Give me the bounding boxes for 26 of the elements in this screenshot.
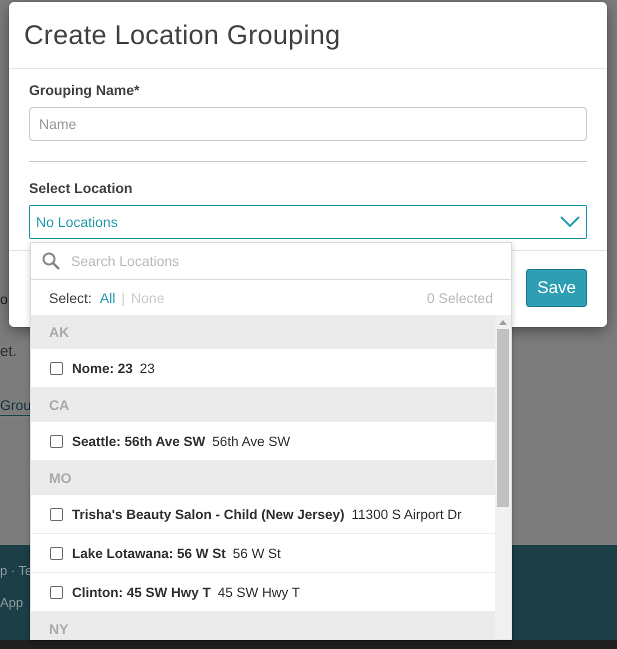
checkbox[interactable] bbox=[50, 362, 63, 374]
checkbox[interactable] bbox=[50, 434, 63, 448]
scroll-up-icon bbox=[499, 320, 507, 325]
checkbox[interactable] bbox=[50, 546, 63, 560]
group-header: MO bbox=[31, 461, 495, 495]
background-text: o bbox=[0, 291, 8, 307]
group-header: NY bbox=[31, 612, 495, 639]
chevron-down-icon bbox=[560, 216, 580, 228]
selected-count: 0 Selected bbox=[426, 290, 493, 306]
checkbox[interactable] bbox=[50, 508, 63, 520]
location-option[interactable]: Lake Lotawana: 56 W St 56 W St bbox=[31, 534, 495, 573]
search-icon bbox=[42, 252, 60, 270]
field-label: Select Location bbox=[29, 180, 134, 196]
select-label: Select: bbox=[49, 290, 92, 306]
search-field[interactable]: Search Locations bbox=[31, 243, 511, 280]
separator: | bbox=[121, 290, 126, 306]
scrollbar-thumb[interactable] bbox=[497, 329, 509, 507]
group-header: CA bbox=[31, 388, 495, 422]
checkbox[interactable] bbox=[50, 586, 63, 598]
group-header: AK bbox=[31, 315, 495, 349]
scrollbar[interactable] bbox=[495, 315, 511, 639]
location-option[interactable]: Trisha's Beauty Salon - Child (New Jersey) 11300 S Airport Dr bbox=[31, 495, 495, 534]
background-text: et. bbox=[0, 343, 17, 360]
name-input[interactable]: Name bbox=[29, 107, 587, 141]
field-label: Grouping Name* bbox=[29, 82, 140, 98]
modal-title: Create Location Grouping bbox=[24, 20, 340, 50]
